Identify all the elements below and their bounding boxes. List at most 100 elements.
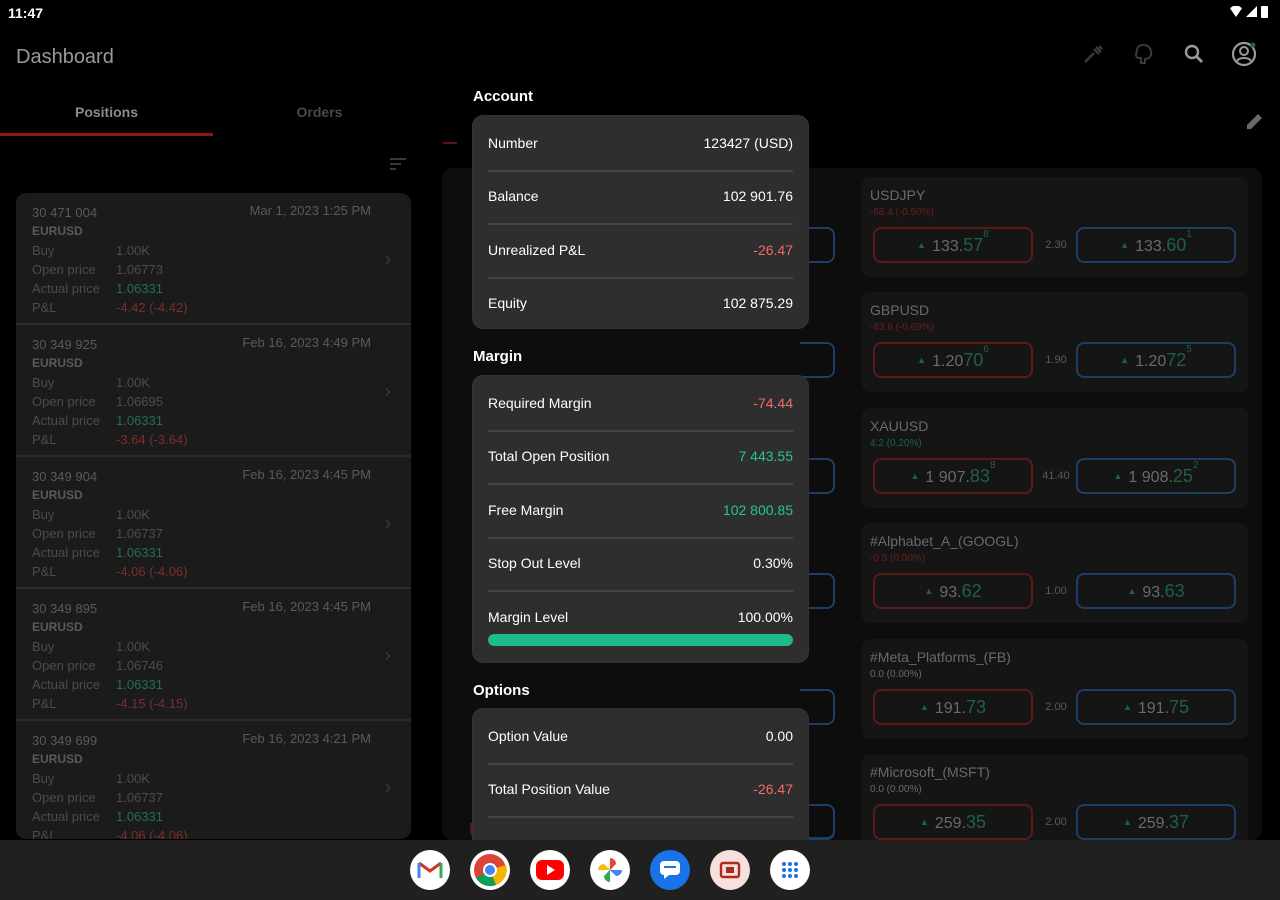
account-row-number: Number 123427 (USD) [488,116,793,170]
gmail-icon[interactable] [410,850,450,890]
spread-value: 2.00 [1045,701,1067,713]
edit-icon[interactable] [1244,110,1266,132]
position-item[interactable]: 30 349 904 Feb 16, 2023 4:45 PM EURUSD Buy 1… [16,457,411,589]
margin-row-total-open: Total Open Position 7 443.55 [488,429,793,484]
messages-icon[interactable] [650,850,690,890]
buy-price-button[interactable]: ▲ 1 908.252 [1076,458,1236,494]
open-price: 1.06773 [116,262,163,277]
spread-value: 1.00 [1045,585,1067,597]
row-value: 102 901.76 [722,188,793,205]
tab-positions[interactable]: Positions [0,96,213,138]
pl-label: P&L [32,300,57,315]
search-icon[interactable] [1180,40,1208,68]
margin-card: Required Margin -74.44 Total Open Positio… [473,376,808,662]
buy-price-button[interactable]: ▲ 259.37 [1076,804,1236,840]
price-fraction: 5 [1186,343,1192,355]
actual-price-label: Actual price [32,809,100,824]
brain-icon[interactable] [1130,40,1158,68]
sort-icon[interactable] [388,156,408,172]
position-id: 30 349 699 [32,733,98,748]
buy-price-button[interactable]: ▲ 93.63 [1076,573,1236,609]
apps-icon[interactable] [770,850,810,890]
chrome-icon[interactable] [470,850,510,890]
row-label: Required Margin [488,394,592,411]
quote-card[interactable]: GBPUSD -83.6 (-0.69%) ▲ 1.20706 1.90 ▲ 1.20725 [862,292,1248,392]
price-prefix: 191. [1137,699,1170,717]
position-date: Feb 16, 2023 4:45 PM [242,599,371,614]
row-label: Margin Level [488,608,569,625]
quote-card[interactable]: #Alphabet_A_(GOOGL) -0.5 (0.00%) ▲ 93.62 1.0… [862,523,1248,623]
price-pips: 37 [1169,811,1190,832]
screen-recorder-icon[interactable] [710,850,750,890]
tab-orders[interactable]: Orders [213,96,426,138]
chevron-right-icon: › [385,381,391,401]
quote-card[interactable]: USDJPY -68.4 (-0.50%) ▲ 133.578 2.30 ▲ 133.601 [862,177,1248,277]
price-pips: 70 [963,349,984,370]
open-price: 1.06737 [116,790,163,805]
options-row-value: Option Value 0.00 [488,709,793,763]
buy-price-button[interactable]: ▲ 191.75 [1076,689,1236,725]
youtube-icon[interactable] [530,850,570,890]
status-bar: 11:47 [0,0,1280,26]
open-price-label: Open price [32,526,96,541]
position-id: 30 349 904 [32,469,98,484]
position-item[interactable]: 30 349 925 Feb 16, 2023 4:49 PM EURUSD Buy 1… [16,325,411,457]
sell-price-button[interactable]: ▲ 191.73 [873,689,1033,725]
sell-price-button[interactable]: ▲ 1.20706 [873,342,1033,378]
price-prefix: 1.20 [932,352,964,370]
chevron-right-icon: › [385,513,391,533]
quote-card[interactable]: XAUUSD 4.2 (0.20%) ▲ 1 907.838 41.40 ▲ 1 908.2… [862,408,1248,508]
price-prefix: 133. [1135,237,1167,255]
row-label: Unrealized P&L [488,241,586,258]
sell-price-button[interactable]: ▲ 259.35 [873,804,1033,840]
price-fraction: 8 [989,459,996,471]
page-title: Dashboard [16,46,114,68]
battery-icon [1261,6,1268,18]
sell-price-button[interactable]: ▲ 133.578 [873,227,1033,263]
buy-price-button[interactable]: ▲ 133.601 [1076,227,1236,263]
price-prefix: 93. [1142,583,1165,601]
quote-card[interactable]: #Microsoft_(MSFT) 0.0 (0.00%) ▲ 259.35 2.00 ▲… [862,754,1248,854]
position-id: 30 349 895 [32,601,98,616]
row-value: 0.00 [765,727,793,744]
triangle-up-icon: ▲ [1122,702,1132,712]
triangle-up-icon: ▲ [1120,240,1130,250]
app-actions [1080,40,1258,68]
photos-icon[interactable] [590,850,630,890]
position-item[interactable]: 30 349 895 Feb 16, 2023 4:45 PM EURUSD Buy 1… [16,589,411,721]
sell-price-button[interactable]: ▲ 1 907.838 [873,458,1033,494]
price-prefix: 1.20 [1135,352,1167,370]
triangle-up-icon: ▲ [1113,471,1123,481]
tab-bar: Positions Orders [0,96,426,138]
price-pips: 75 [1169,696,1190,717]
margin-level-bar [488,634,793,646]
tools-icon[interactable] [1080,40,1108,68]
position-item[interactable]: 30 471 004 Mar 1, 2023 1:25 PM EURUSD Buy 1.… [16,193,411,325]
position-pl: -4.06 (-4.06) [116,828,188,839]
status-icons [1230,6,1268,18]
row-value: 102 875.29 [722,295,793,312]
account-icon[interactable] [1230,40,1258,68]
status-time: 11:47 [8,5,44,21]
triangle-up-icon: ▲ [1127,586,1137,596]
position-pl: -4.15 (-4.15) [116,696,188,711]
price-pips: 73 [966,696,987,717]
price-pips: 63 [1164,580,1185,601]
price-prefix: 259. [1137,814,1170,832]
open-price-label: Open price [32,394,96,409]
row-label: Balance [488,188,539,205]
triangle-up-icon: ▲ [924,586,934,596]
position-side: Buy [32,507,55,522]
quote-card[interactable]: #Meta_Platforms_(FB) 0.0 (0.00%) ▲ 191.73 2.… [862,639,1248,739]
price-pips: 83 [969,465,990,486]
sell-price-button[interactable]: ▲ 93.62 [873,573,1033,609]
margin-level-fill [488,634,793,646]
actual-price-label: Actual price [32,413,100,428]
position-item[interactable]: 30 349 699 Feb 16, 2023 4:21 PM EURUSD Buy 1… [16,721,411,839]
position-pl: -4.06 (-4.06) [116,564,188,579]
positions-list: 30 471 004 Mar 1, 2023 1:25 PM EURUSD Buy 1.… [16,193,411,839]
open-price: 1.06746 [116,658,163,673]
position-symbol: EURUSD [32,752,83,766]
triangle-up-icon: ▲ [1120,355,1130,365]
buy-price-button[interactable]: ▲ 1.20725 [1076,342,1236,378]
